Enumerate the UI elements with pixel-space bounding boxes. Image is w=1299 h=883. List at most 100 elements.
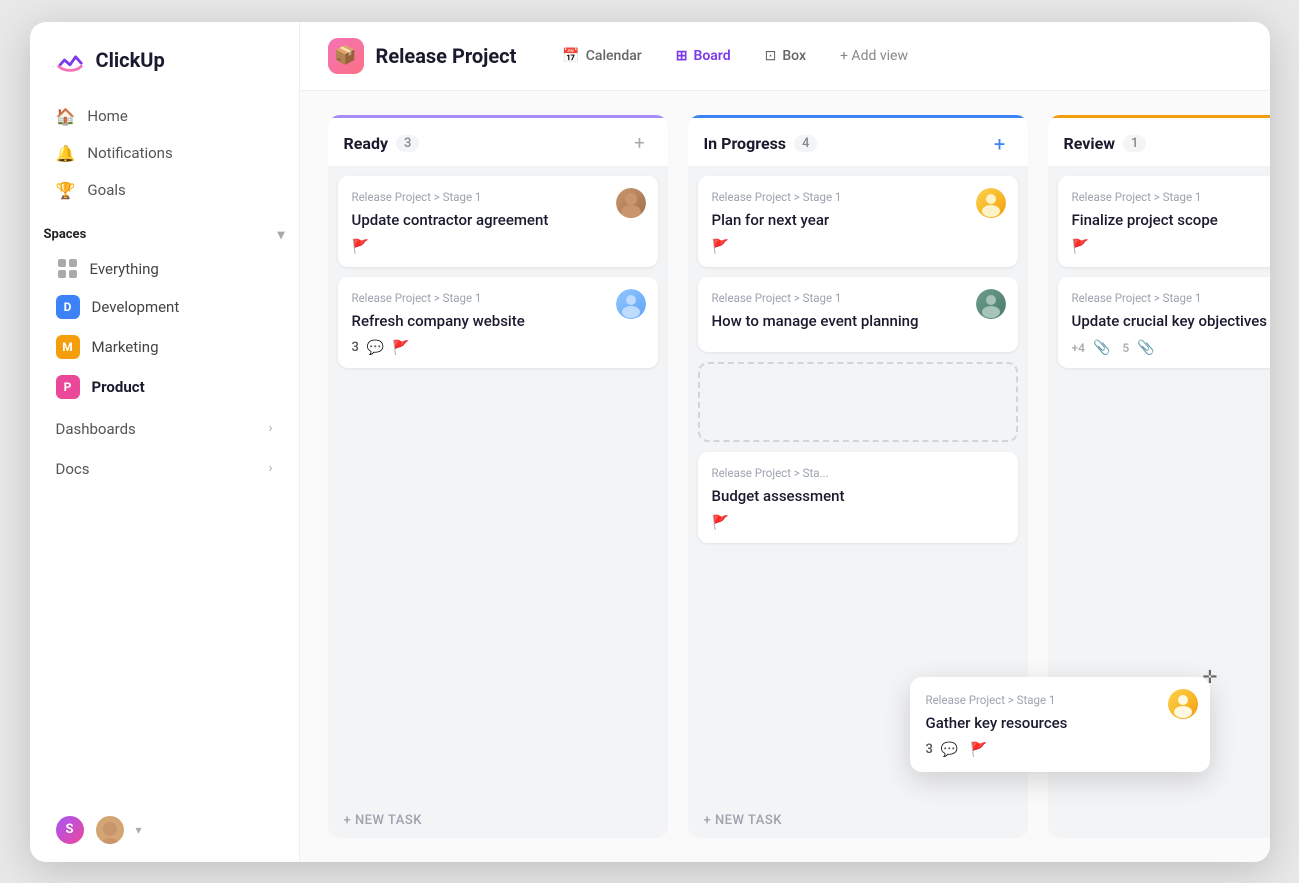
card-update-objectives[interactable]: Release Project > Stage 1 Update crucial… bbox=[1058, 277, 1270, 368]
add-view-button[interactable]: + Add view bbox=[826, 41, 922, 71]
floating-card-gather-resources[interactable]: ✛ Release Project > Stage 1 Gather key r… bbox=[910, 677, 1210, 772]
column-header-in-progress: In Progress 4 + bbox=[688, 115, 1028, 166]
sidebar-item-home-label: Home bbox=[87, 107, 127, 125]
card-meta: Release Project > Stage 1 bbox=[712, 291, 1004, 305]
space-item-marketing[interactable]: M Marketing bbox=[42, 327, 287, 367]
ready-new-task-button[interactable]: + NEW TASK bbox=[328, 803, 668, 838]
column-review-title: Review bbox=[1064, 134, 1116, 153]
space-item-everything[interactable]: Everything bbox=[42, 251, 287, 287]
column-in-progress-count: 4 bbox=[794, 135, 817, 152]
chevron-right-icon: › bbox=[269, 421, 273, 436]
column-ready-add-button[interactable]: + bbox=[628, 132, 652, 156]
sidebar-logo: ClickUp bbox=[30, 22, 299, 94]
card-finalize-scope[interactable]: Release Project > Stage 1 Finalize proje… bbox=[1058, 176, 1270, 267]
comment-icon: 💬 bbox=[367, 340, 384, 356]
card-title: Refresh company website bbox=[352, 311, 644, 332]
app-window: ClickUp 🏠 Home 🔔 Notifications 🏆 Goals S… bbox=[30, 22, 1270, 862]
flag-icon: 🚩 bbox=[352, 239, 369, 255]
space-development-label: Development bbox=[92, 298, 180, 316]
card-event-planning[interactable]: Release Project > Stage 1 How to manage … bbox=[698, 277, 1018, 352]
card-footer: +4 📎 5 📎 bbox=[1072, 340, 1270, 356]
sidebar: ClickUp 🏠 Home 🔔 Notifications 🏆 Goals S… bbox=[30, 22, 300, 862]
column-ready-title: Ready bbox=[344, 134, 389, 153]
view-calendar-label: Calendar bbox=[586, 48, 642, 64]
space-product-label: Product bbox=[92, 378, 145, 396]
flag-icon: 🚩 bbox=[1072, 239, 1089, 255]
attachment-icon: 📎 bbox=[1093, 340, 1110, 356]
trophy-icon: 🏆 bbox=[56, 181, 76, 200]
sidebar-item-home[interactable]: 🏠 Home bbox=[42, 98, 287, 135]
sidebar-item-notifications[interactable]: 🔔 Notifications bbox=[42, 135, 287, 172]
project-title-wrap: 📦 Release Project bbox=[328, 38, 517, 74]
card-title: Update crucial key objectives bbox=[1072, 311, 1270, 332]
sidebar-item-notifications-label: Notifications bbox=[87, 144, 172, 162]
card-avatar bbox=[616, 188, 646, 218]
project-title: Release Project bbox=[376, 44, 517, 68]
board-wrapper: Ready 3 + Release Project > Stage 1 bbox=[300, 91, 1270, 862]
floating-card-footer: 3 💬 🚩 bbox=[926, 742, 1194, 758]
card-meta: Release Project > Sta... bbox=[712, 466, 1004, 480]
clickup-logo-icon bbox=[54, 44, 86, 76]
card-meta: Release Project > Stage 1 bbox=[1072, 190, 1270, 204]
in-progress-new-task-button[interactable]: + NEW TASK bbox=[688, 803, 1028, 838]
card-title: Update contractor agreement bbox=[352, 210, 644, 231]
card-footer: 🚩 bbox=[712, 239, 1004, 255]
card-title: Budget assessment bbox=[712, 486, 1004, 507]
flag-icon: 🚩 bbox=[712, 515, 729, 531]
chevron-right-icon: › bbox=[269, 461, 273, 476]
column-in-progress-add-button[interactable]: + bbox=[988, 132, 1012, 156]
space-marketing-dot: M bbox=[56, 335, 80, 359]
column-ready-cards: Release Project > Stage 1 Update contrac… bbox=[328, 166, 668, 803]
attachments-plus-label: +4 bbox=[1072, 341, 1085, 355]
space-item-product[interactable]: P Product bbox=[42, 367, 287, 407]
comment-count: 3 bbox=[352, 340, 359, 355]
files-count-label: 5 bbox=[1122, 341, 1129, 355]
view-calendar[interactable]: 📅 Calendar bbox=[548, 41, 655, 71]
main-content: 📦 Release Project 📅 Calendar ⊞ Board ⊡ B… bbox=[300, 22, 1270, 862]
space-everything-label: Everything bbox=[90, 260, 159, 278]
new-task-label: + NEW TASK bbox=[344, 813, 422, 828]
column-ready: Ready 3 + Release Project > Stage 1 bbox=[328, 115, 668, 838]
floating-card-title: Gather key resources bbox=[926, 713, 1194, 734]
avatar-person[interactable] bbox=[94, 814, 126, 846]
bell-icon: 🔔 bbox=[56, 144, 76, 163]
chevron-down-icon: ▾ bbox=[277, 227, 284, 243]
sidebar-item-docs[interactable]: Docs › bbox=[42, 451, 287, 487]
new-task-label: + NEW TASK bbox=[704, 813, 782, 828]
view-box-label: Box bbox=[782, 48, 806, 64]
grid-icon bbox=[58, 259, 78, 279]
card-plan-next-year[interactable]: Release Project > Stage 1 Plan for next … bbox=[698, 176, 1018, 267]
card-refresh-website[interactable]: Release Project > Stage 1 Refresh compan… bbox=[338, 277, 658, 368]
card-meta: Release Project > Stage 1 bbox=[352, 291, 644, 305]
flag-icon: 🚩 bbox=[712, 239, 729, 255]
dropdown-arrow-icon[interactable]: ▾ bbox=[136, 823, 142, 837]
card-footer: 🚩 bbox=[352, 239, 644, 255]
space-marketing-label: Marketing bbox=[92, 338, 159, 356]
floating-comment-count: 3 bbox=[926, 742, 933, 757]
space-product-dot: P bbox=[56, 375, 80, 399]
topbar: 📦 Release Project 📅 Calendar ⊞ Board ⊡ B… bbox=[300, 22, 1270, 91]
sidebar-bottom: S ▾ bbox=[30, 798, 299, 862]
floating-card-avatar bbox=[1168, 689, 1198, 719]
card-update-contractor[interactable]: Release Project > Stage 1 Update contrac… bbox=[338, 176, 658, 267]
card-title: Plan for next year bbox=[712, 210, 1004, 231]
floating-card-meta: Release Project > Stage 1 bbox=[926, 693, 1194, 707]
column-ready-count: 3 bbox=[396, 135, 419, 152]
home-icon: 🏠 bbox=[56, 107, 76, 126]
box-icon: ⊡ bbox=[765, 48, 777, 64]
calendar-icon: 📅 bbox=[562, 48, 579, 64]
sidebar-item-goals[interactable]: 🏆 Goals bbox=[42, 172, 287, 209]
avatar-s[interactable]: S bbox=[54, 814, 86, 846]
flag-icon: 🚩 bbox=[392, 340, 409, 356]
card-budget-assessment[interactable]: Release Project > Sta... Budget assessme… bbox=[698, 452, 1018, 543]
sidebar-nav: 🏠 Home 🔔 Notifications 🏆 Goals bbox=[30, 94, 299, 213]
dashboards-label: Dashboards bbox=[56, 420, 136, 438]
card-title: How to manage event planning bbox=[712, 311, 1004, 332]
view-box[interactable]: ⊡ Box bbox=[751, 41, 820, 71]
card-meta: Release Project > Stage 1 bbox=[1072, 291, 1270, 305]
board-icon: ⊞ bbox=[676, 48, 688, 64]
view-board[interactable]: ⊞ Board bbox=[662, 41, 745, 71]
sidebar-item-dashboards[interactable]: Dashboards › bbox=[42, 411, 287, 447]
space-item-development[interactable]: D Development bbox=[42, 287, 287, 327]
topbar-views: 📅 Calendar ⊞ Board ⊡ Box + Add view bbox=[548, 41, 922, 71]
